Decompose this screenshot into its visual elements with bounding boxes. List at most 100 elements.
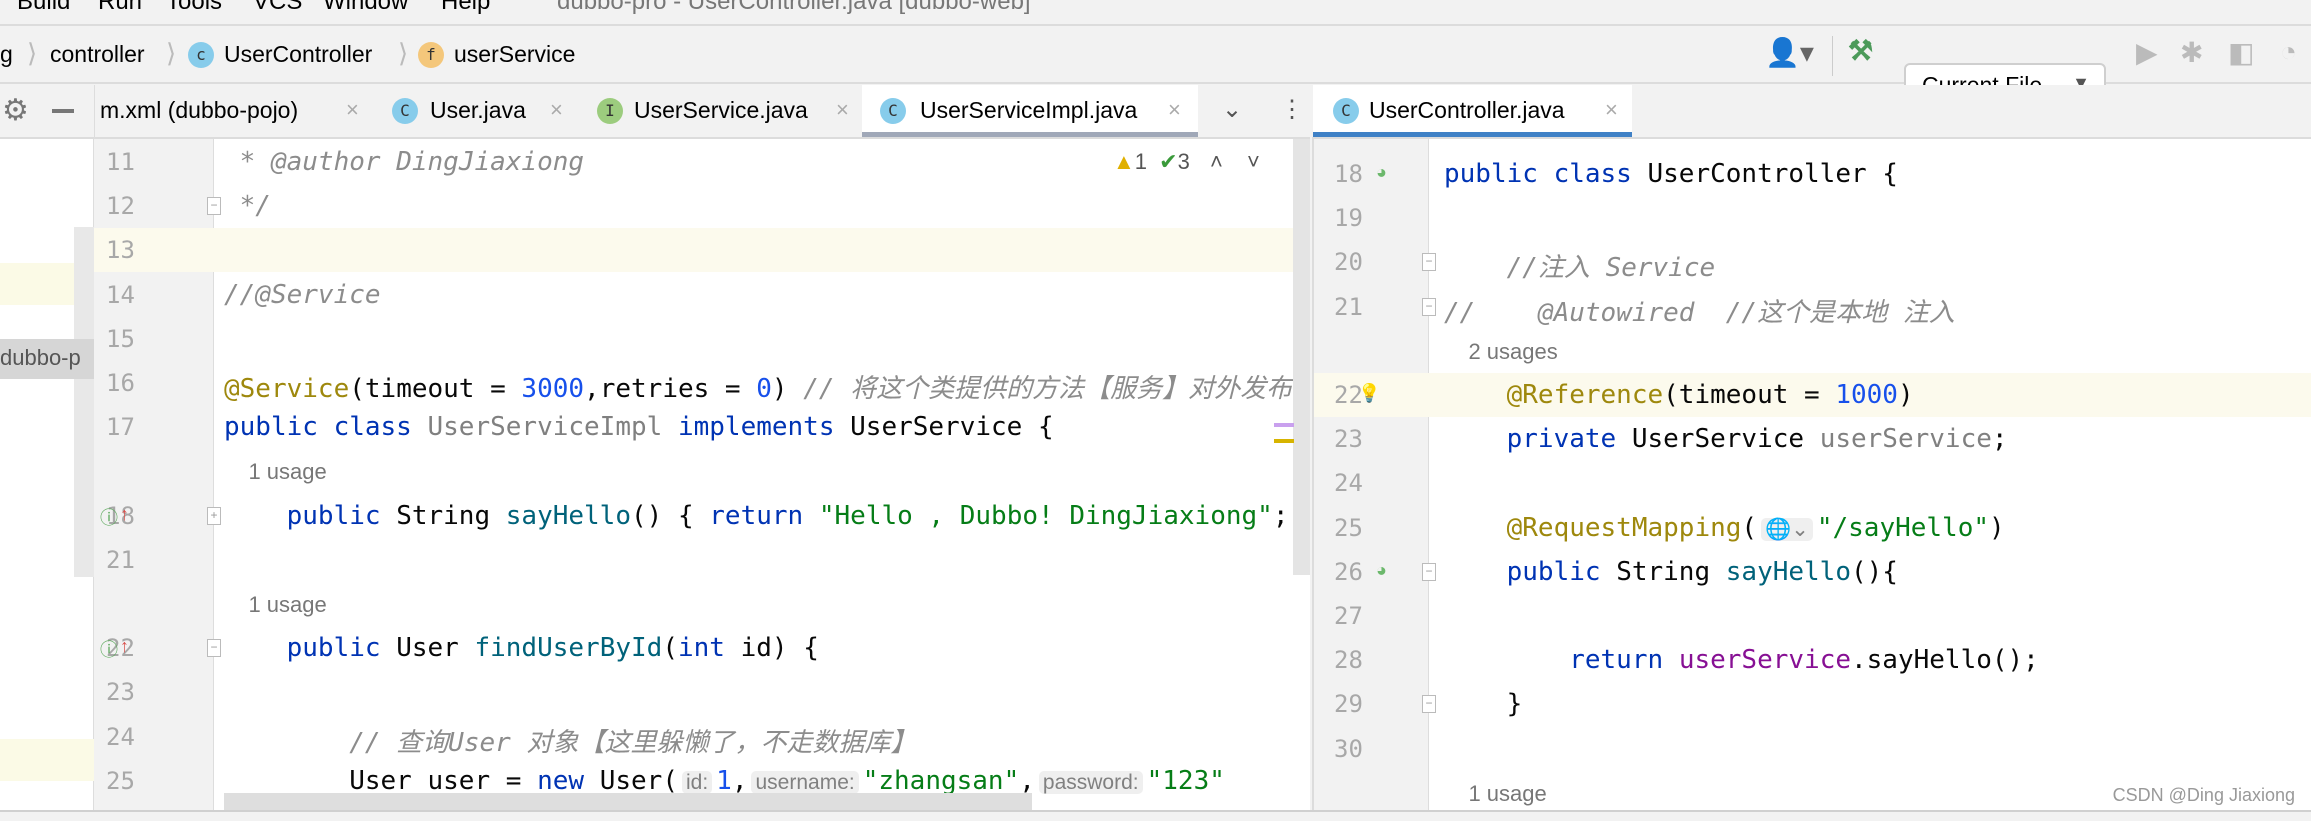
vertical-scrollbar[interactable] <box>1293 139 1310 575</box>
fold-marker-icon[interactable]: − <box>207 639 221 658</box>
line-number: 20 <box>1334 248 1363 277</box>
code-token: UserService { <box>850 412 1054 443</box>
tab-user-java[interactable]: C User.java × <box>388 85 578 137</box>
code-token: User( <box>599 765 678 796</box>
coverage-icon[interactable]: ◧ <box>2228 36 2254 69</box>
fold-marker-icon[interactable]: − <box>1422 562 1436 581</box>
code-text[interactable]: //注入 Service <box>1444 247 1716 284</box>
tab-userserviceimpl-java[interactable]: C UserServiceImpl.java × <box>862 85 1198 137</box>
fold-marker-icon[interactable]: − <box>1422 695 1436 714</box>
close-icon[interactable]: × <box>1168 97 1181 123</box>
more-vertical-icon[interactable]: ⋮ <box>1280 95 1304 124</box>
code-token: userService <box>1819 424 1992 455</box>
code-text[interactable]: */ <box>224 191 271 221</box>
code-token: , <box>731 765 748 796</box>
right-editor-tabs: C UserController.java × <box>1312 85 2311 139</box>
code-text[interactable]: //@Service <box>224 280 381 310</box>
code-token: ) <box>1989 512 2005 543</box>
code-line: 17 public class UserServiceImpl implement… <box>94 405 1310 449</box>
user-icon[interactable]: 👤▾ <box>1765 36 1814 69</box>
class-icon: c <box>188 42 214 68</box>
code-text[interactable]: @Reference(timeout = 1000) <box>1444 380 1914 410</box>
breadcrumb-item[interactable]: UserController <box>224 41 372 68</box>
code-text[interactable]: * @author DingJiaxiong <box>224 147 584 177</box>
usage-count[interactable]: 1 usage <box>224 459 326 485</box>
usage-count[interactable]: 2 usages <box>1444 339 1557 365</box>
menu-bar: Build Run Tools VCS Window Help dubbo-pr… <box>0 0 2311 26</box>
code-token: User user = <box>224 765 538 796</box>
code-text[interactable]: public class UserServiceImpl implements … <box>224 412 1054 442</box>
code-text[interactable]: } <box>1444 689 1523 719</box>
code-text[interactable]: private UserService userService; <box>1444 424 2008 454</box>
left-code-editor[interactable]: 11 * @author DingJiaxiong 12 */13 14//@Ser… <box>94 139 1310 810</box>
menu-tools[interactable]: Tools <box>166 0 222 16</box>
close-icon[interactable]: × <box>836 97 849 123</box>
code-line: 24 // 查询User 对象【这里躲懒了，不走数据库】 <box>94 715 1310 759</box>
divider <box>94 85 95 139</box>
horizontal-scrollbar[interactable] <box>224 793 1032 810</box>
overrides-arrow-icon[interactable]: ↑ <box>120 504 129 525</box>
menu-window[interactable]: Window <box>323 0 408 16</box>
line-number: 25 <box>106 766 135 795</box>
spring-bean-icon[interactable]: ◕ <box>1376 162 1387 183</box>
fold-marker-icon[interactable]: − <box>207 197 221 216</box>
tab-pom-xml[interactable]: m.xml (dubbo-pojo) × <box>96 85 386 137</box>
code-text[interactable]: // 查询User 对象【这里躲懒了，不走数据库】 <box>224 722 916 759</box>
fold-marker-icon[interactable]: − <box>1422 297 1436 316</box>
chevron-down-icon[interactable]: ⌄ <box>1222 95 1242 124</box>
tab-userservice-java[interactable]: I UserService.java × <box>596 85 856 137</box>
gear-icon[interactable]: ⚙ <box>2 93 29 128</box>
code-text[interactable]: User user = new User(id: 1, username: "zhan… <box>224 766 1225 796</box>
overrides-arrow-icon[interactable]: ↑ <box>120 636 129 657</box>
code-text[interactable]: // @Autowired //这个是本地 注入 <box>1444 292 1955 329</box>
code-text[interactable]: public class UserController { <box>1444 159 1898 189</box>
tab-usercontroller-java[interactable]: C UserController.java × <box>1313 85 1632 137</box>
project-scrollbar[interactable] <box>74 227 94 577</box>
code-text[interactable]: @Service(timeout = 3000,retries = 0) // … <box>224 368 1308 405</box>
code-text[interactable]: return userService.sayHello(); <box>1444 645 2039 675</box>
line-number: 13 <box>106 236 135 265</box>
implements-icon[interactable]: ⓘ <box>100 504 118 530</box>
fold-marker-icon[interactable]: − <box>1422 253 1436 272</box>
line-number: 12 <box>106 192 135 221</box>
line-number: 27 <box>1334 602 1363 630</box>
close-icon[interactable]: × <box>1605 97 1618 123</box>
parameter-hint: username: <box>751 770 859 794</box>
fold-marker-icon[interactable]: + <box>207 506 221 525</box>
right-code-editor[interactable]: 18 public class UserController {19 20 //注入… <box>1312 139 2311 810</box>
code-line: 20 //注入 Service <box>1314 240 2311 284</box>
menu-vcs[interactable]: VCS <box>253 0 302 16</box>
code-token: , <box>1019 765 1035 796</box>
minimize-icon[interactable] <box>52 109 74 113</box>
usage-count[interactable]: 1 usage <box>1444 781 1546 807</box>
line-number: 14 <box>106 280 135 309</box>
window-title: dubbo-pro - UserController.java [dubbo-w… <box>557 0 1031 15</box>
previous-highlight-icon[interactable]: ˄ <box>1210 149 1223 174</box>
close-icon[interactable]: × <box>550 97 563 123</box>
build-hammer-icon[interactable]: ⚒ <box>1848 34 1873 67</box>
usage-count[interactable]: 1 usage <box>224 592 326 618</box>
line-number: 17 <box>106 413 135 442</box>
code-text[interactable]: public User findUserById(int id) { <box>224 633 819 663</box>
chevron-right-icon: ⟩ <box>166 38 177 68</box>
close-icon[interactable]: × <box>346 97 359 123</box>
menu-run[interactable]: Run <box>98 0 142 16</box>
lightbulb-icon[interactable]: 💡 <box>1358 383 1380 404</box>
left-editor-tabs: ⚙ m.xml (dubbo-pojo) × C User.java × I U… <box>0 85 1310 139</box>
implements-icon[interactable]: ⓘ <box>100 636 118 662</box>
inspection-widget[interactable]: ▲1 ✔3 ˄ ˅ <box>1113 149 1260 175</box>
menu-build[interactable]: Build <box>17 0 70 16</box>
menu-help[interactable]: Help <box>441 0 490 16</box>
field-icon: f <box>418 42 444 68</box>
run-icon[interactable]: ▶ <box>2136 36 2158 69</box>
breadcrumb-item[interactable]: userService <box>454 41 575 68</box>
code-text[interactable]: @RequestMapping(🌐⌄ "/sayHello") <box>1444 513 2005 543</box>
debug-icon[interactable]: ✱ <box>2180 36 2203 69</box>
breadcrumb-item[interactable]: g <box>0 41 13 68</box>
next-highlight-icon[interactable]: ˅ <box>1247 149 1260 174</box>
profiler-icon[interactable]: ◔ <box>2280 36 2297 68</box>
web-endpoint-icon[interactable]: ◕ <box>1376 560 1387 581</box>
code-text[interactable]: public String sayHello() { return "Hello… <box>224 501 1310 531</box>
code-text[interactable]: public String sayHello(){ <box>1444 557 1898 587</box>
breadcrumb-item[interactable]: controller <box>50 41 145 68</box>
